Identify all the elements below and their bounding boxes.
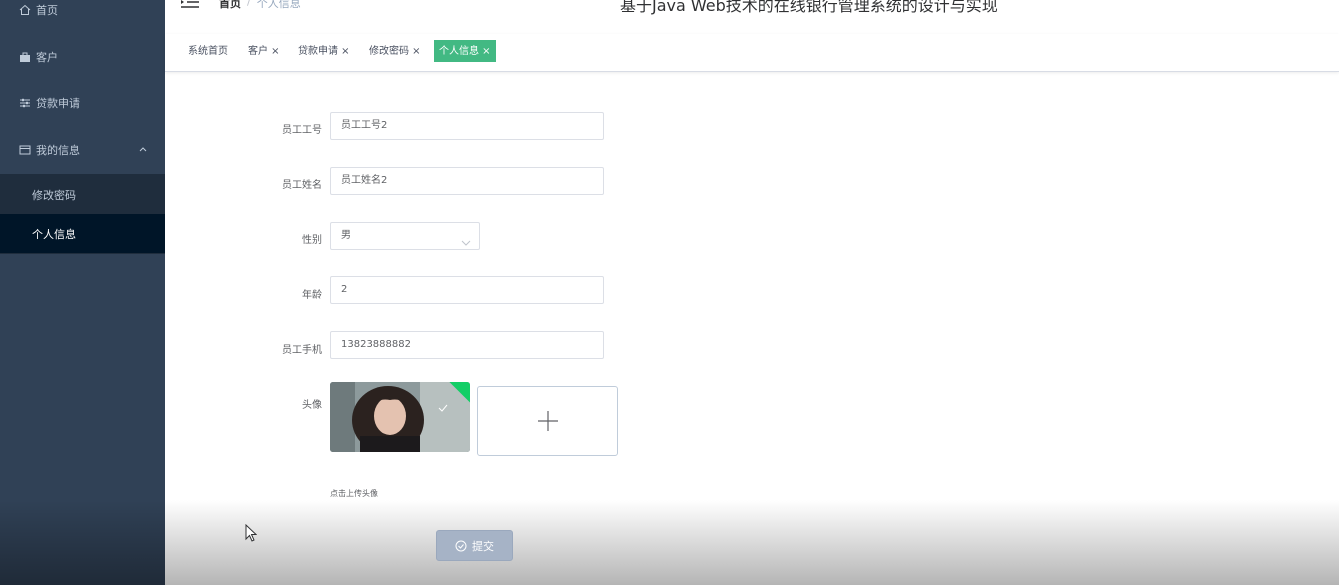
wallet-icon: [18, 143, 32, 157]
sidebar-item-customer[interactable]: 客户: [0, 37, 165, 77]
plus-icon: [537, 411, 558, 431]
tag-customer[interactable]: 客户 ×: [244, 41, 284, 63]
breadcrumb-current: 个人信息: [256, 0, 301, 10]
hamburger-icon[interactable]: [181, 0, 199, 8]
tag-personal-info[interactable]: 个人信息 ×: [434, 40, 496, 62]
sidebar-item-label: 个人信息: [32, 227, 76, 241]
avatar-label: 头像: [302, 400, 322, 411]
sidebar-item-label: 贷款申请: [36, 97, 80, 110]
check-icon: [438, 404, 448, 412]
gender-select[interactable]: 男: [330, 222, 480, 250]
breadcrumb-home[interactable]: 首页: [219, 0, 241, 11]
employee-no-input[interactable]: 员工工号2: [330, 112, 604, 140]
page-title: 基于Java Web技术的在线银行管理系统的设计与实现: [620, 0, 998, 15]
breadcrumb: 首页 / 个人信息: [219, 0, 301, 11]
mouse-cursor-icon: [245, 524, 257, 542]
home-icon: [18, 3, 32, 17]
employee-name-input[interactable]: 员工姓名2: [330, 167, 604, 195]
sidebar-item-home[interactable]: 首页: [0, 0, 165, 30]
sidebar-item-personal-info[interactable]: 个人信息: [0, 214, 165, 253]
sidebar-item-label: 客户: [36, 51, 58, 64]
tag-home[interactable]: 系统首页: [184, 41, 232, 63]
chevron-up-icon: [137, 143, 149, 155]
sliders-icon: [18, 96, 32, 110]
sidebar-item-my-info[interactable]: 我的信息: [0, 130, 165, 170]
tag-loan[interactable]: 贷款申请 ×: [294, 41, 354, 63]
upload-tip: 点击上传头像: [330, 489, 378, 498]
briefcase-icon: [18, 50, 32, 64]
age-input[interactable]: 2: [330, 276, 604, 304]
upload-button[interactable]: [477, 386, 618, 456]
age-label: 年龄: [302, 290, 322, 301]
sidebar-item-loan[interactable]: 贷款申请: [0, 83, 165, 123]
video-overlay: [165, 500, 1339, 585]
sidebar-item-label: 我的信息: [36, 144, 80, 157]
sidebar-item-change-password[interactable]: 修改密码: [0, 175, 165, 214]
employee-name-label: 员工姓名: [282, 180, 322, 191]
sidebar-item-label: 首页: [36, 4, 58, 17]
tag-change-password[interactable]: 修改密码 ×: [365, 41, 425, 63]
avatar-image[interactable]: [330, 382, 470, 452]
employee-no-label: 员工工号: [282, 125, 322, 136]
gender-label: 性别: [302, 235, 322, 246]
phone-label: 员工手机: [282, 345, 322, 356]
tags-view: 系统首页 客户 × 贷款申请 × 修改密码 × 个人信息 ×: [165, 34, 1339, 72]
circle-check-icon: [455, 540, 467, 551]
sidebar: 首页 客户 贷款申请 我的信息 修改密码 个人信息: [0, 0, 165, 585]
sidebar-item-label: 修改密码: [32, 188, 76, 202]
avatar-photo: [330, 382, 470, 452]
breadcrumb-separator: /: [247, 0, 251, 8]
submit-label: 提交: [472, 539, 494, 553]
gender-value: 男: [341, 230, 351, 241]
phone-input[interactable]: 13823888882: [330, 331, 604, 359]
chevron-down-icon: [461, 232, 471, 246]
navbar: 首页 / 个人信息 基于Java Web技术的在线银行管理系统的设计与实现: [165, 0, 1339, 34]
submit-button[interactable]: 提交: [436, 530, 513, 561]
